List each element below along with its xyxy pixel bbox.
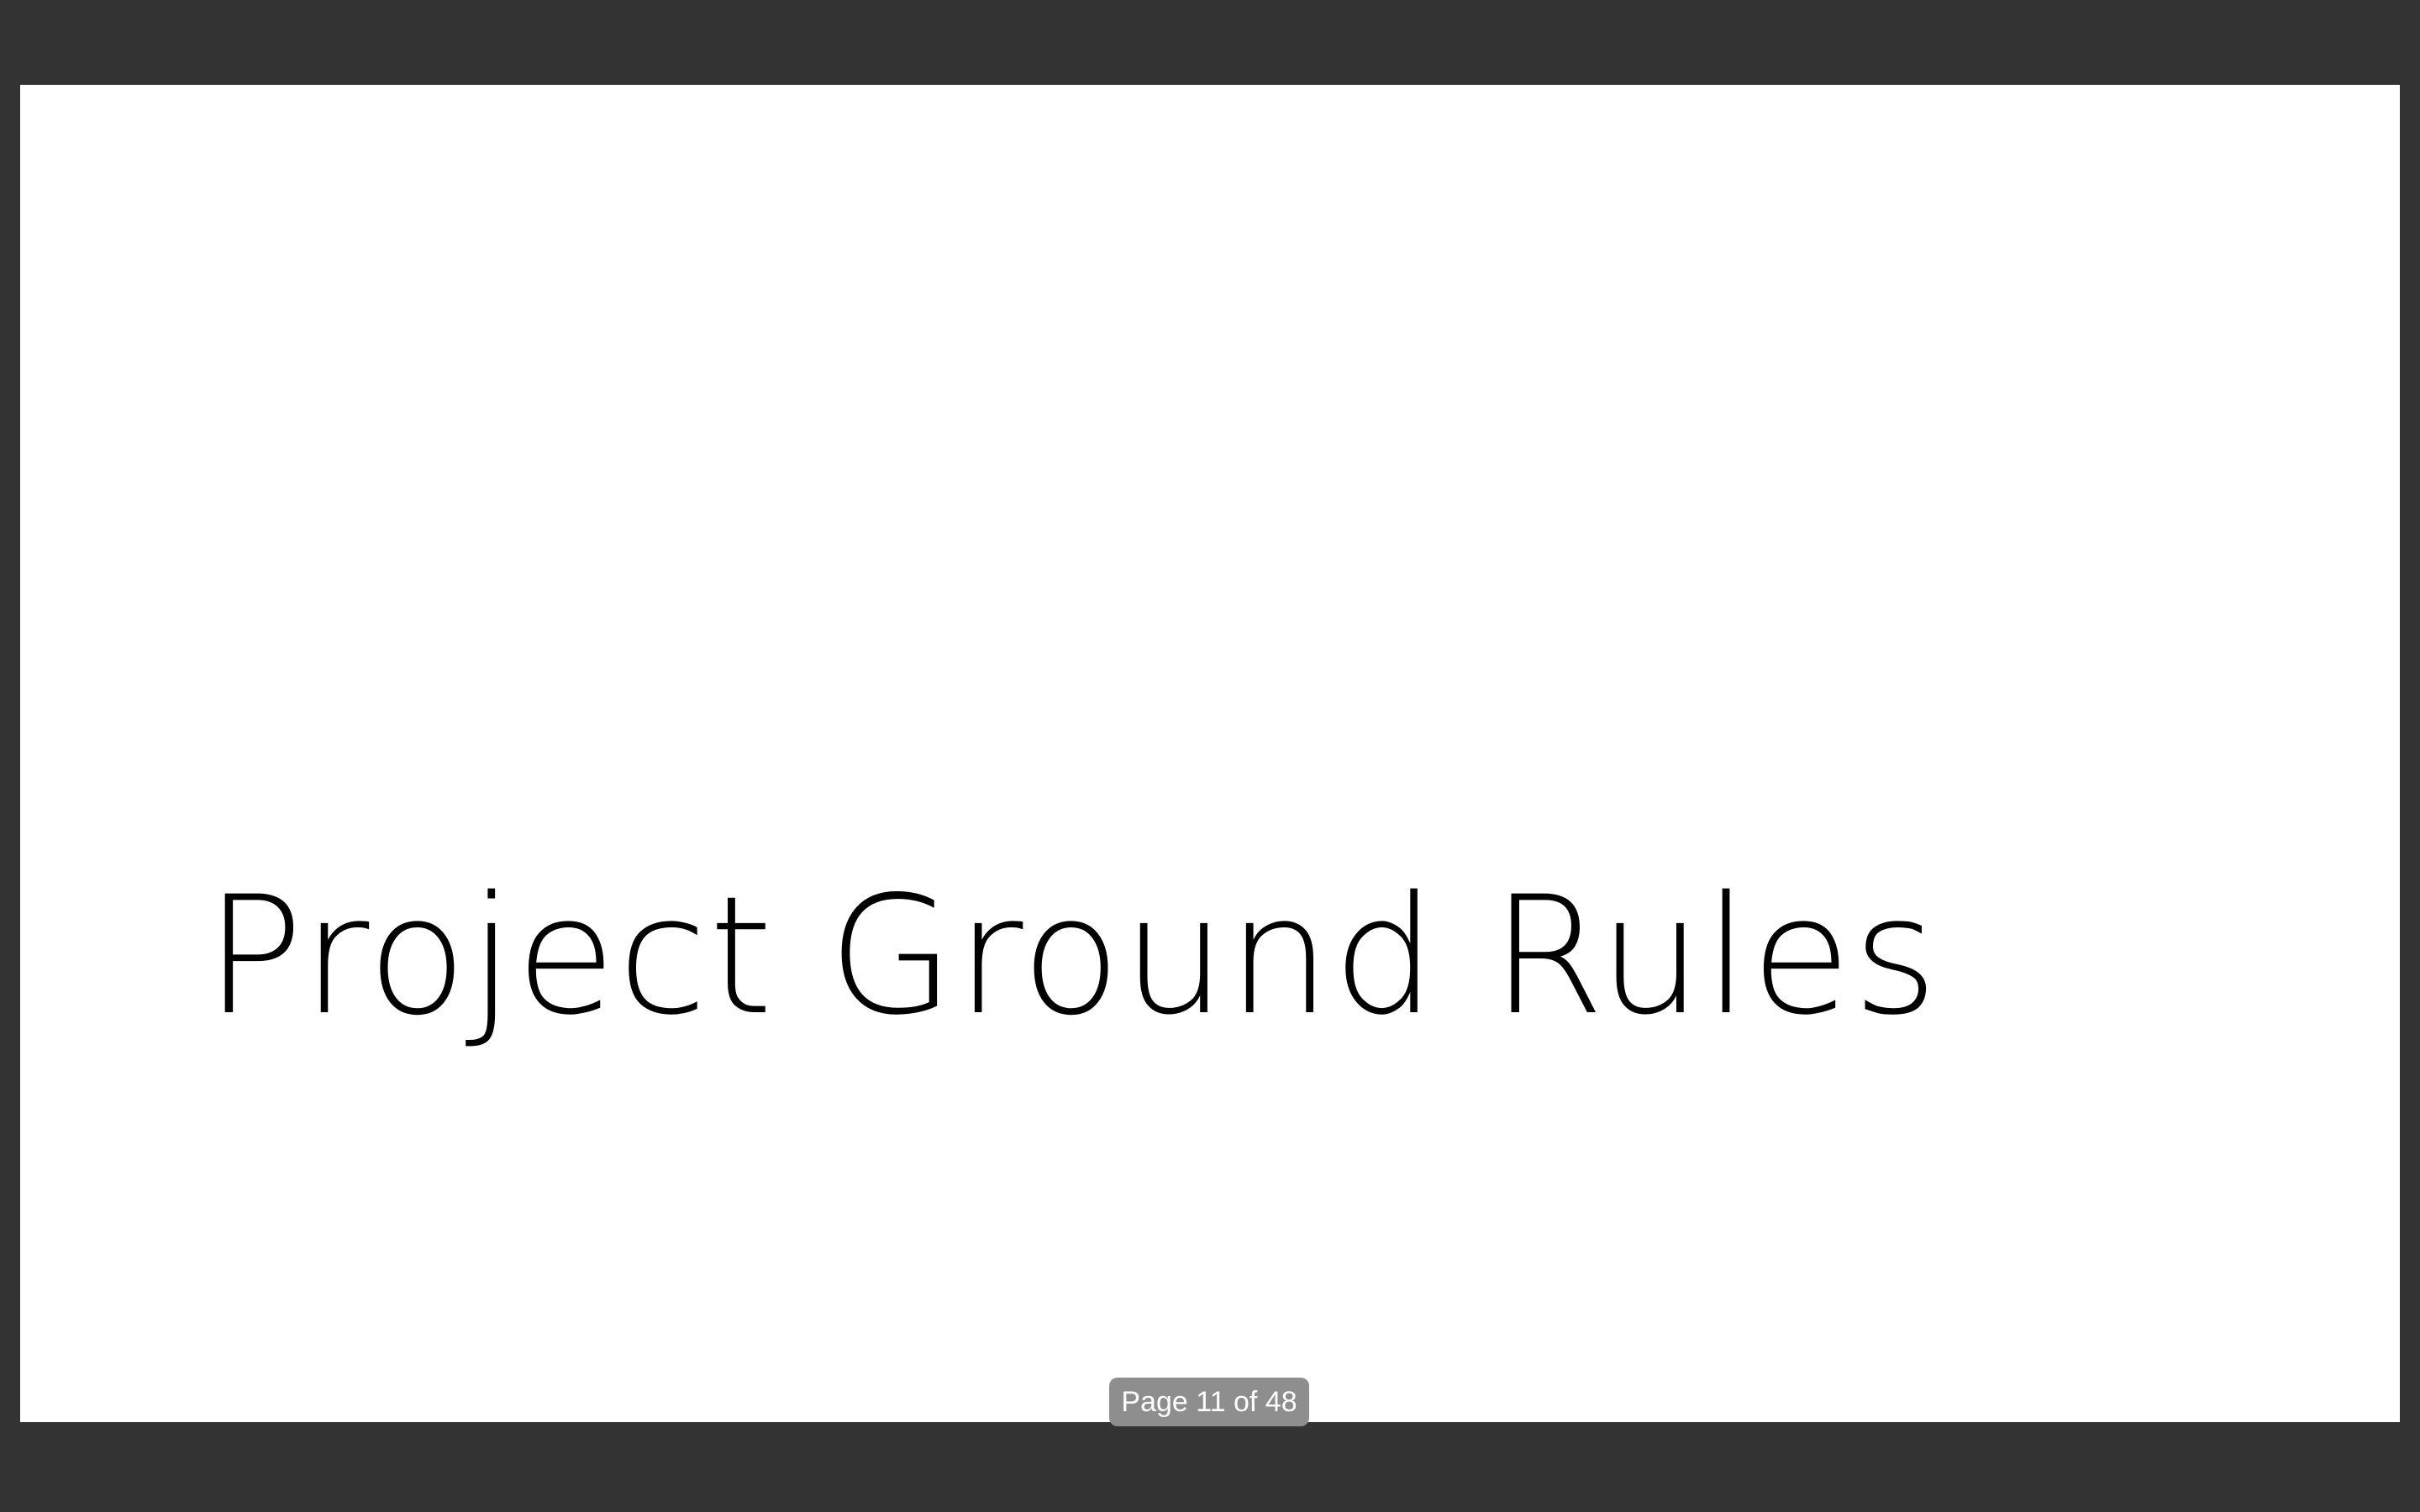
page-indicator: Page 11 of 48 [1109, 1378, 1309, 1426]
slide-title: Project Ground Rules [205, 861, 1940, 1051]
slide-canvas[interactable]: Project Ground Rules [20, 85, 2400, 1422]
presentation-viewer: Project Ground Rules Page 11 of 48 [0, 0, 2420, 1512]
